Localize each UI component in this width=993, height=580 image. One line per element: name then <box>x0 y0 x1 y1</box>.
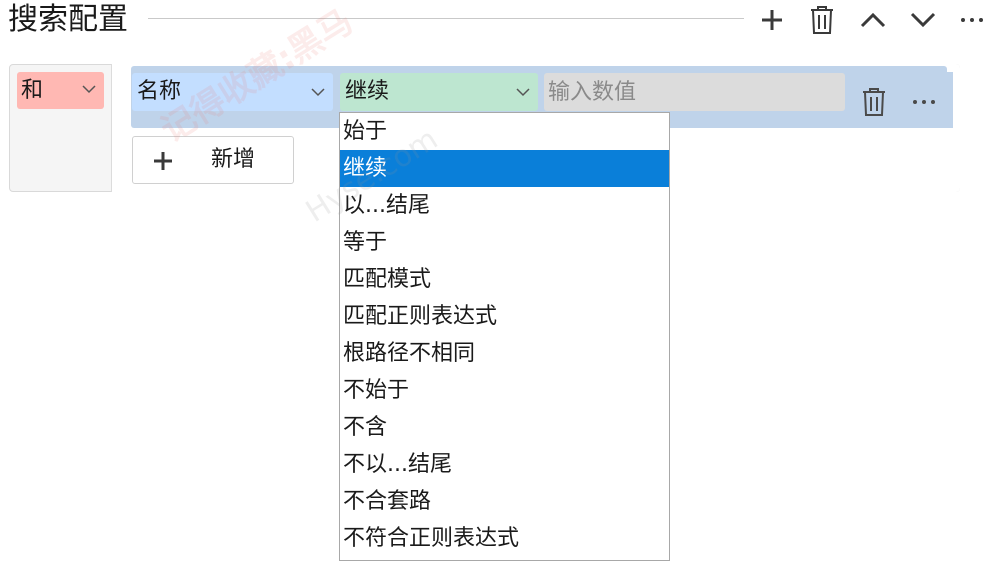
chevron-down-icon <box>82 85 96 94</box>
field-select[interactable]: 名称 <box>132 73 333 111</box>
logic-select[interactable]: 和 <box>17 72 104 109</box>
plus-icon <box>154 152 172 170</box>
move-up-button[interactable] <box>857 4 889 36</box>
add-condition-button[interactable]: 新增 <box>132 136 294 184</box>
dropdown-option[interactable]: 不合套路 <box>340 483 669 520</box>
add-condition-label: 新增 <box>211 147 256 172</box>
ellipsis-icon <box>913 100 935 104</box>
logic-select-value: 和 <box>21 78 44 103</box>
dropdown-option[interactable]: 不含 <box>340 409 669 446</box>
title-divider <box>148 18 744 19</box>
condition-more-button[interactable] <box>908 86 940 118</box>
value-input[interactable] <box>544 73 845 111</box>
dropdown-option[interactable]: 匹配模式 <box>340 261 669 298</box>
operator-dropdown-list: 始于 继续 以...结尾 等于 匹配模式 匹配正则表达式 根路径不相同 不始于 不含 不以...结… <box>339 112 670 561</box>
dropdown-option[interactable]: 继续 <box>340 150 669 187</box>
search-config-page: 搜索配置 和 名称 继续 输入数值 新增 始于 继续 以...结尾 等于 匹配模… <box>0 0 993 580</box>
dropdown-option[interactable]: 不始于 <box>340 372 669 409</box>
page-title: 搜索配置 <box>8 2 128 37</box>
chevron-down-icon <box>910 12 936 28</box>
more-options-button[interactable] <box>956 4 988 36</box>
chevron-down-icon <box>516 88 530 97</box>
dropdown-option[interactable]: 不符合正则表达式 <box>340 520 669 557</box>
dropdown-option[interactable]: 始于 <box>340 113 669 150</box>
operator-select-value: 继续 <box>345 79 390 104</box>
ellipsis-icon <box>961 18 983 22</box>
trash-icon <box>811 6 833 34</box>
trash-icon <box>863 88 885 116</box>
dropdown-option[interactable]: 以...结尾 <box>340 187 669 224</box>
add-group-button[interactable] <box>756 4 788 36</box>
operator-select[interactable]: 继续 <box>340 73 538 111</box>
delete-group-button[interactable] <box>806 4 838 36</box>
dropdown-option[interactable]: 匹配正则表达式 <box>340 298 669 335</box>
move-down-button[interactable] <box>907 4 939 36</box>
dropdown-option[interactable]: 根路径不相同 <box>340 335 669 372</box>
dropdown-option[interactable]: 等于 <box>340 224 669 261</box>
delete-condition-button[interactable] <box>858 86 890 118</box>
plus-icon <box>762 10 782 30</box>
field-select-value: 名称 <box>137 79 182 104</box>
dropdown-option[interactable]: 不以...结尾 <box>340 446 669 483</box>
chevron-up-icon <box>860 12 886 28</box>
chevron-down-icon <box>311 88 325 97</box>
